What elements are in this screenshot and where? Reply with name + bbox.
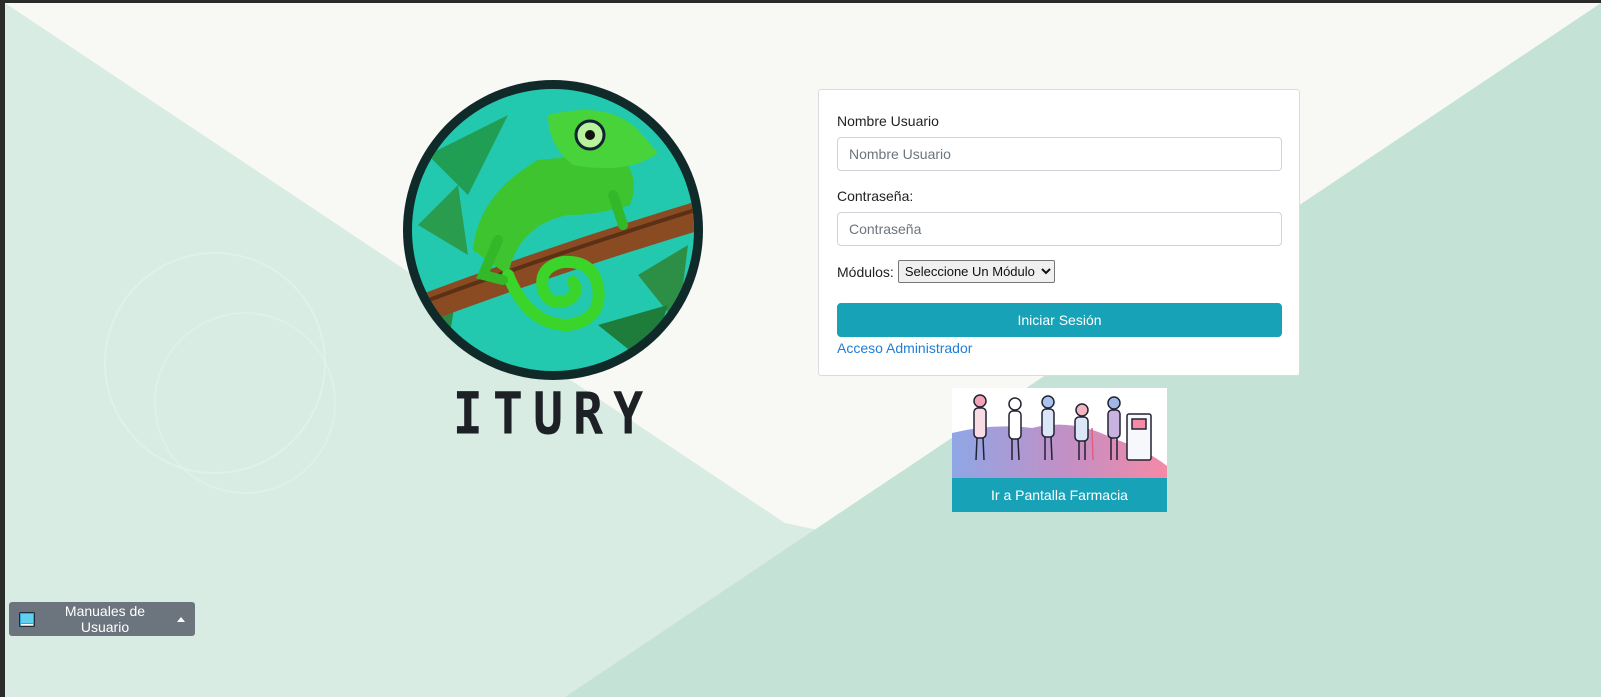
login-page: ITURY Nombre Usuario Contraseña: Módulos…	[5, 3, 1601, 697]
username-input[interactable]	[837, 137, 1282, 171]
queue-illustration-icon	[952, 388, 1167, 478]
user-manuals-button[interactable]: Manuales de Usuario	[9, 602, 195, 636]
background-shapes	[5, 3, 1601, 697]
pharmacy-screen-button[interactable]: Ir a Pantalla Farmacia	[952, 478, 1167, 512]
pharmacy-card[interactable]: Ir a Pantalla Farmacia	[952, 388, 1167, 512]
brand-logo-area: ITURY	[398, 75, 708, 455]
modules-label: Módulos:	[837, 263, 894, 280]
chameleon-logo-icon	[403, 80, 703, 380]
login-button[interactable]: Iniciar Sesión	[837, 303, 1282, 337]
login-form: Nombre Usuario Contraseña: Módulos: Sele…	[818, 89, 1300, 376]
book-icon	[19, 611, 35, 627]
brand-name: ITURY	[452, 380, 654, 448]
password-input[interactable]	[837, 212, 1282, 246]
username-label: Nombre Usuario	[837, 113, 939, 129]
modules-select[interactable]: Seleccione Un Módulo	[897, 260, 1055, 283]
caret-up-icon	[177, 616, 185, 622]
password-label: Contraseña:	[837, 188, 914, 204]
modules-row: Módulos: Seleccione Un Módulo	[837, 260, 1055, 283]
admin-access-link[interactable]: Acceso Administrador	[837, 340, 972, 356]
user-manuals-label: Manuales de Usuario	[64, 603, 146, 635]
